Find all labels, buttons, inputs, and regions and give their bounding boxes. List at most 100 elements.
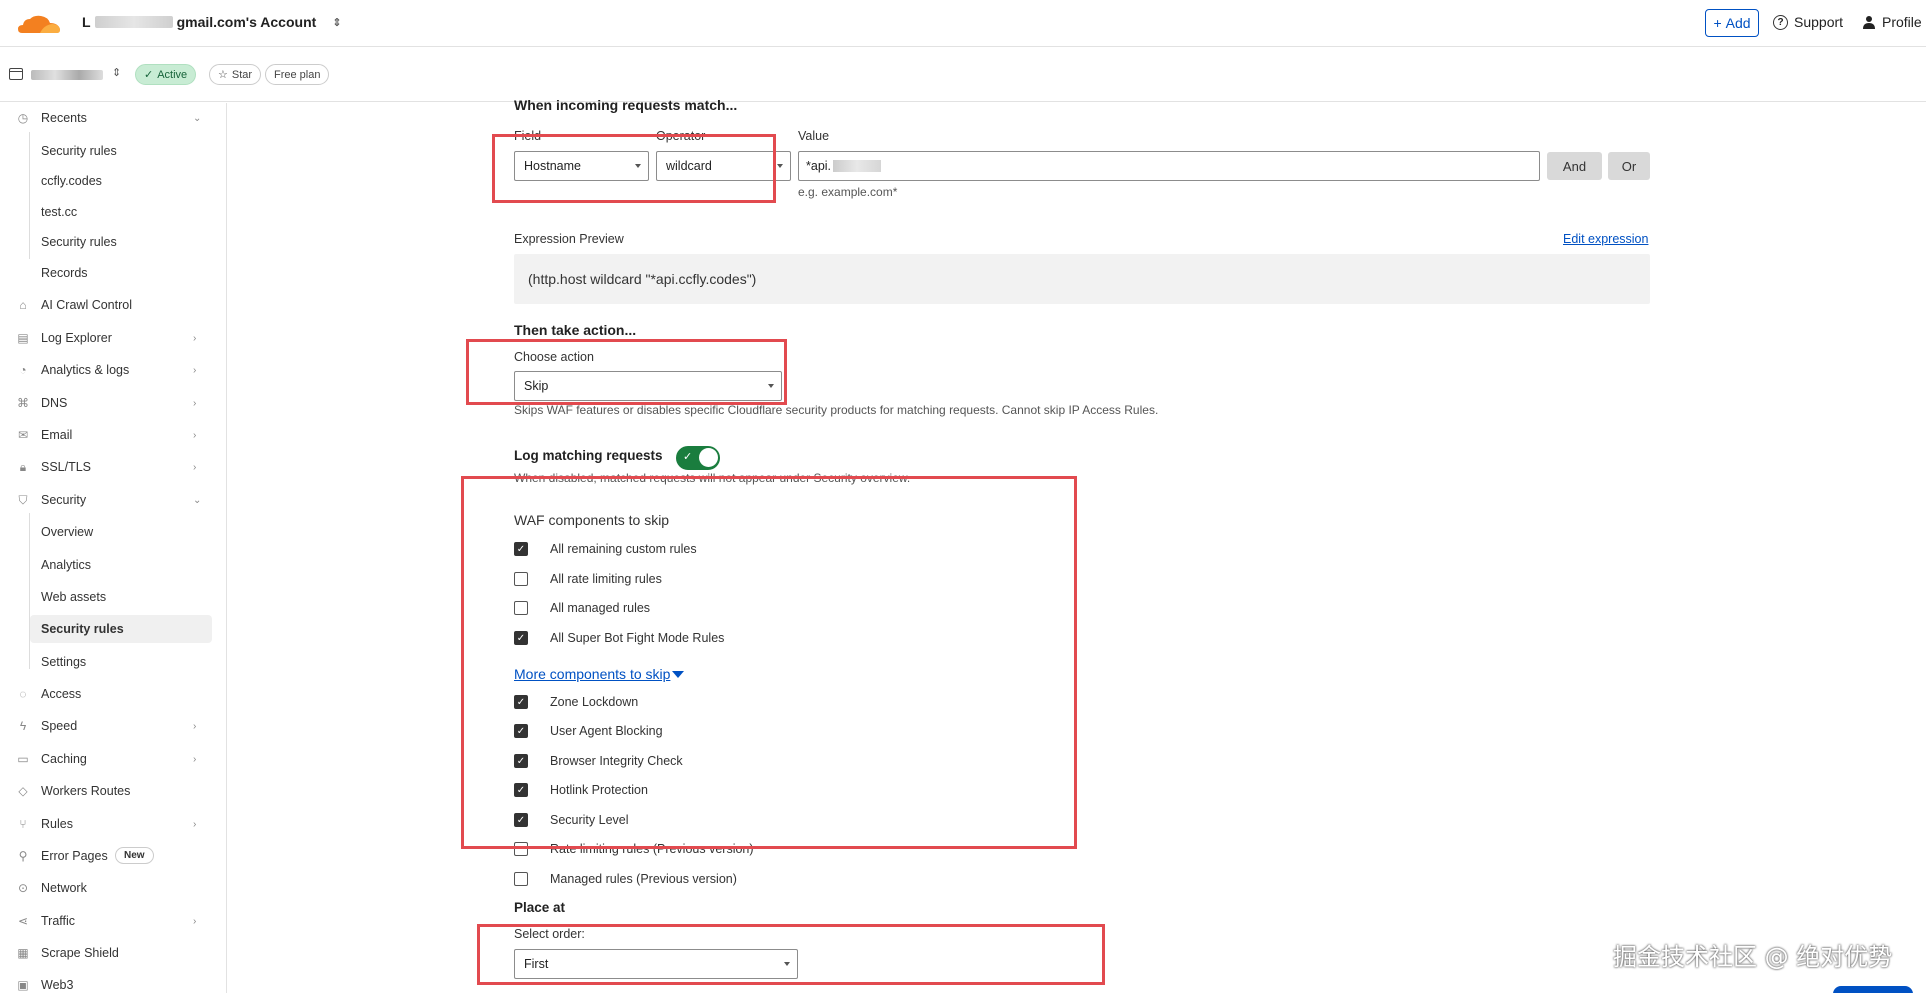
recent-item[interactable]: Records — [30, 259, 212, 287]
log-matching-toggle[interactable]: ✓ — [676, 446, 720, 470]
log-icon: ▤ — [17, 331, 29, 345]
edit-expression-link[interactable]: Edit expression — [1563, 232, 1648, 246]
top-bar: L gmail.com's Account ⇕ + Add ? Support … — [0, 0, 1926, 47]
profile-label: Profile — [1882, 14, 1922, 30]
sidebar-item-web3[interactable]: ▣ Web3 — [0, 972, 227, 993]
status-label: Active — [157, 68, 188, 81]
sidebar-item-label: Rules — [41, 817, 73, 831]
email-icon: ✉ — [17, 428, 29, 442]
zone-bar: ⇕ ✓ Active ☆ Star Free plan — [0, 48, 1926, 102]
web3-icon: ▣ — [17, 978, 29, 992]
recent-item[interactable]: Security rules — [30, 228, 212, 256]
chevron-right-icon: › — [193, 364, 197, 376]
watermark: 掘金技术社区 @ 绝对优势 — [1613, 943, 1893, 971]
rules-icon: ⑂ — [19, 817, 27, 831]
plus-icon: + — [1713, 15, 1722, 31]
sidebar-item-label: Log Explorer — [41, 331, 112, 345]
cloudflare-logo[interactable] — [14, 11, 64, 37]
component-option[interactable]: Managed rules (Previous version) — [514, 869, 737, 889]
scrape-icon: ▦ — [17, 946, 29, 960]
sidebar-item-label: Analytics & logs — [41, 363, 130, 377]
plan-badge[interactable]: Free plan — [265, 64, 330, 85]
save-button-partial[interactable] — [1833, 986, 1913, 993]
bolt-icon: ϟ — [19, 719, 27, 733]
recent-item[interactable]: test.cc — [30, 198, 212, 226]
sidebar-item-network[interactable]: ⊙ Network — [0, 875, 227, 901]
star-label: Star — [231, 68, 253, 81]
sidebar-item-access[interactable]: ◌ Access — [0, 681, 227, 707]
sidebar-item-label: Access — [41, 687, 82, 701]
crawl-icon: ⌂ — [19, 298, 27, 312]
sidebar-item-label: SSL/TLS — [41, 460, 92, 474]
highlight-box-action — [466, 339, 787, 405]
sidebar-item-recents[interactable]: ◷ Recents ⌄ — [0, 105, 227, 131]
chevron-down-icon: ⌄ — [193, 112, 202, 124]
sidebar-item-label: Recents — [41, 111, 87, 125]
redacted-zone-name[interactable] — [31, 70, 103, 80]
redacted-value — [833, 160, 882, 172]
sidebar-item-ai-crawl-control[interactable]: ⌂ AI Crawl Control — [0, 292, 227, 318]
checkbox-label: Managed rules (Previous version) — [550, 872, 737, 886]
star-button[interactable]: ☆ Star — [209, 64, 262, 85]
sidebar-item-label: Web3 — [41, 978, 74, 992]
sidebar-item-label: Speed — [41, 719, 78, 733]
chevron-right-icon: › — [193, 461, 197, 473]
highlight-box-order — [477, 924, 1105, 985]
or-button[interactable]: Or — [1608, 152, 1650, 180]
account-switcher[interactable]: L gmail.com's Account ⇕ — [82, 14, 342, 30]
sidebar-item-workers-routes[interactable]: ◇ Workers Routes — [0, 778, 227, 804]
value-label: Value — [798, 129, 830, 143]
chevron-right-icon: › — [193, 429, 197, 441]
value-input-text: *api. — [806, 159, 832, 173]
add-button[interactable]: + Add — [1705, 9, 1759, 37]
chevron-down-icon: ⌄ — [193, 494, 202, 506]
sidebar-item-ssl-tls[interactable]: 🔒︎ SSL/TLS › — [0, 454, 227, 480]
sidebar-item-label: DNS — [41, 396, 68, 410]
chevron-updown-icon: ⇕ — [332, 16, 342, 29]
sidebar-item-security-rules[interactable]: Security rules — [30, 615, 212, 643]
sidebar-item-overview[interactable]: Overview — [30, 518, 212, 546]
support-menu[interactable]: ? Support — [1773, 14, 1843, 30]
chevron-right-icon: › — [193, 720, 197, 732]
sidebar-item-error-pages[interactable]: ⚲ Error Pages New — [0, 843, 227, 869]
analytics-icon: ◔ — [19, 363, 27, 377]
value-input[interactable]: *api. — [798, 151, 1540, 181]
chevron-right-icon: › — [193, 818, 197, 830]
action-heading: Then take action... — [514, 322, 637, 338]
recent-item[interactable]: Security rules — [30, 137, 212, 165]
expression-preview: (http.host wildcard "*api.ccfly.codes") — [514, 254, 1650, 304]
sidebar-item-web-assets[interactable]: Web assets — [30, 583, 212, 611]
support-label: Support — [1794, 14, 1844, 30]
sidebar-item-label: Workers Routes — [41, 784, 131, 798]
sidebar-item-email[interactable]: ✉ Email › — [0, 422, 227, 448]
sidebar-item-label: Error Pages — [41, 849, 108, 863]
sidebar-item-dns[interactable]: ⌘ DNS › — [0, 390, 227, 416]
sidebar-item-scrape-shield[interactable]: ▦ Scrape Shield — [0, 940, 227, 966]
sidebar-item-speed[interactable]: ϟ Speed › — [0, 713, 227, 739]
chevron-right-icon: › — [193, 397, 197, 409]
sidebar-item-settings[interactable]: Settings — [30, 648, 212, 676]
sidebar-item-log-explorer[interactable]: ▤ Log Explorer › — [0, 325, 227, 351]
user-icon — [1863, 16, 1875, 29]
access-icon: ◌ — [19, 687, 27, 701]
plan-label: Free plan — [274, 68, 321, 81]
sidebar-item-analytics[interactable]: Analytics — [30, 551, 212, 579]
browser-window-icon — [9, 68, 23, 80]
sidebar-item-label: Traffic — [41, 914, 76, 928]
help-icon: ? — [1773, 14, 1788, 30]
expression-preview-label: Expression Preview — [514, 232, 624, 246]
recent-item[interactable]: ccfly.codes — [30, 167, 212, 195]
sidebar-item-security[interactable]: ⛉ Security ⌄ — [0, 487, 227, 513]
sidebar-item-label: AI Crawl Control — [41, 298, 132, 312]
sidebar-item-traffic[interactable]: ⋖ Traffic › — [0, 908, 227, 934]
profile-menu[interactable]: Profile — [1862, 14, 1922, 30]
dns-icon: ⌘ — [17, 396, 29, 410]
sidebar-item-analytics-logs[interactable]: ◔ Analytics & logs › — [0, 357, 227, 383]
sidebar-item-rules[interactable]: ⑂ Rules › — [0, 811, 227, 837]
and-button[interactable]: And — [1547, 152, 1602, 180]
sidebar-item-label: Email — [41, 428, 73, 442]
checkbox[interactable] — [514, 872, 528, 886]
sidebar-item-caching[interactable]: ▭ Caching › — [0, 746, 227, 772]
chevron-right-icon: › — [193, 915, 197, 927]
chevron-updown-icon[interactable]: ⇕ — [112, 66, 121, 79]
